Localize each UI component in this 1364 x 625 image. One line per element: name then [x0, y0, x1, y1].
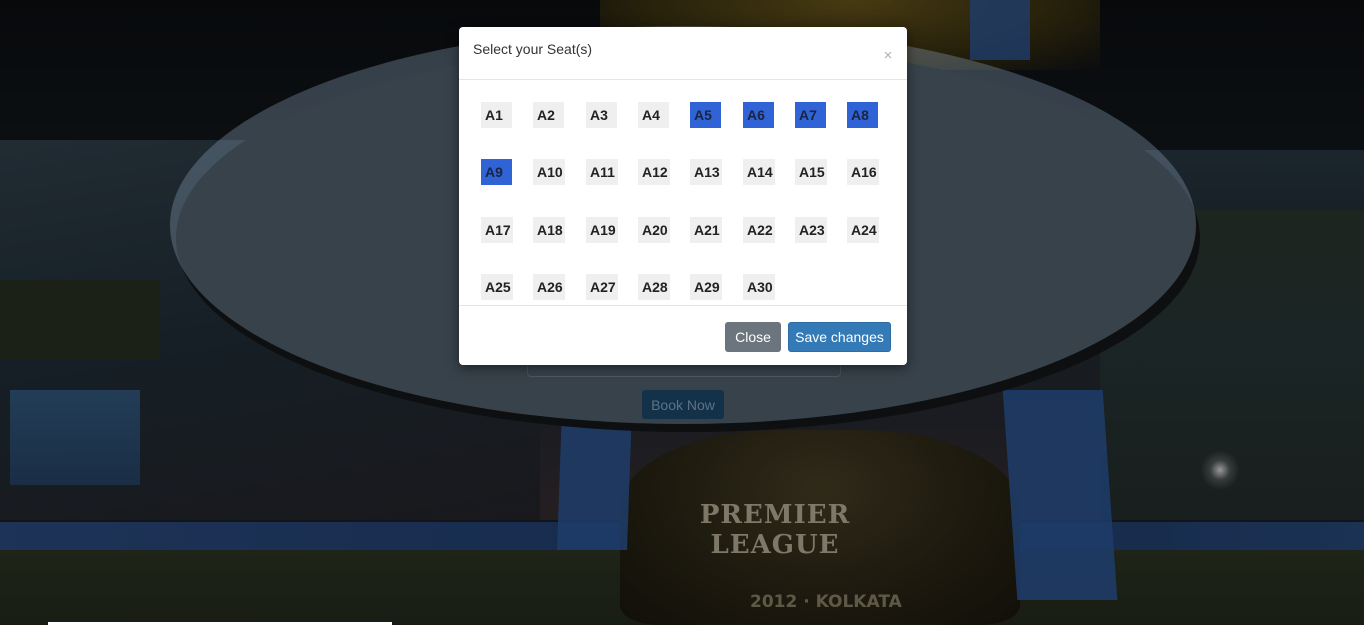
modal-footer: Close Save changes [459, 305, 907, 365]
seat-a20[interactable]: A20 [638, 217, 670, 243]
seat-a29[interactable]: A29 [690, 274, 722, 300]
seat-a12[interactable]: A12 [638, 159, 670, 185]
seat-a3[interactable]: A3 [586, 102, 617, 128]
close-icon[interactable]: × [880, 47, 896, 65]
seat-a4[interactable]: A4 [638, 102, 669, 128]
seat-a11[interactable]: A11 [586, 159, 618, 185]
close-button[interactable]: Close [725, 322, 781, 352]
seat-a24[interactable]: A24 [847, 217, 879, 243]
seat-selection-modal: Select your Seat(s) × A1 A2 A3 A4 A5 A6 A7 A8 A9… [459, 27, 907, 365]
seat-a7[interactable]: A7 [795, 102, 826, 128]
seat-a27[interactable]: A27 [586, 274, 618, 300]
seat-a28[interactable]: A28 [638, 274, 670, 300]
seat-a23[interactable]: A23 [795, 217, 827, 243]
seat-a25[interactable]: A25 [481, 274, 513, 300]
seat-a10[interactable]: A10 [533, 159, 565, 185]
seat-a9[interactable]: A9 [481, 159, 512, 185]
seat-a17[interactable]: A17 [481, 217, 513, 243]
page: PREMIER LEAGUE 2012 · KOLKATA Book Now S… [0, 0, 1364, 625]
seat-a22[interactable]: A22 [743, 217, 775, 243]
modal-header: Select your Seat(s) × [459, 27, 907, 80]
seat-a6[interactable]: A6 [743, 102, 774, 128]
modal-title: Select your Seat(s) [473, 41, 593, 57]
seat-a16[interactable]: A16 [847, 159, 879, 185]
seat-a14[interactable]: A14 [743, 159, 775, 185]
seat-a30[interactable]: A30 [743, 274, 775, 300]
seat-a18[interactable]: A18 [533, 217, 565, 243]
seat-a15[interactable]: A15 [795, 159, 827, 185]
seat-a5[interactable]: A5 [690, 102, 721, 128]
seat-grid: A1 A2 A3 A4 A5 A6 A7 A8 A9 A10 A11 A12 A13 A14 A15 A16 A… [459, 80, 907, 305]
seat-a8[interactable]: A8 [847, 102, 878, 128]
seat-a19[interactable]: A19 [586, 217, 618, 243]
seat-a2[interactable]: A2 [533, 102, 564, 128]
seat-a13[interactable]: A13 [690, 159, 722, 185]
seat-a21[interactable]: A21 [690, 217, 722, 243]
seat-a1[interactable]: A1 [481, 102, 512, 128]
save-changes-button[interactable]: Save changes [788, 322, 891, 352]
seat-a26[interactable]: A26 [533, 274, 565, 300]
book-now-button[interactable]: Book Now [642, 390, 724, 419]
booking-field-outline [527, 364, 841, 377]
